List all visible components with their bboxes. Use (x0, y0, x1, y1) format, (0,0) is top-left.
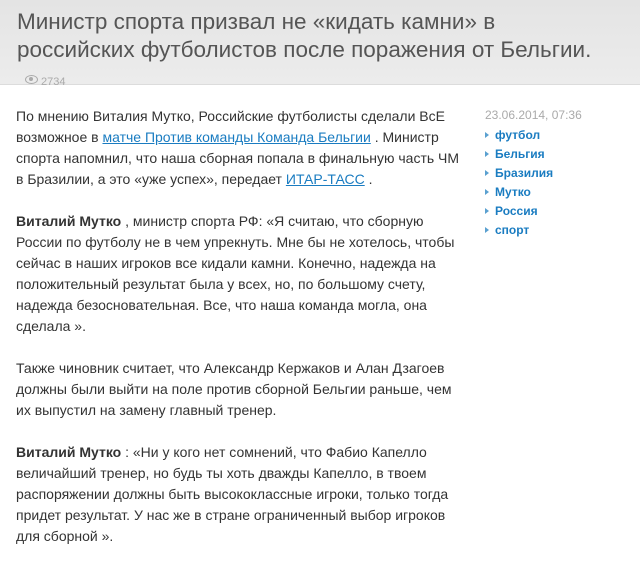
paragraph-3-text: Также чиновник считает, что Александр Ке… (16, 360, 452, 418)
article-body: По мнению Виталия Мутко, Российские футб… (16, 106, 468, 568)
tag-item[interactable]: Мутко (485, 183, 635, 202)
tag-list: футбол Бельгия Бразилия Мутко Россия спо… (485, 126, 635, 240)
quote-author: Виталий Мутко (16, 213, 122, 229)
article-sidebar: 23.06.2014, 07:36 футбол Бельгия Бразили… (485, 106, 635, 240)
tag-item[interactable]: Бельгия (485, 145, 635, 164)
view-count-value: 2734 (41, 76, 66, 88)
article-paragraph-4: Виталий Мутко : «Ни у кого нет сомнений,… (16, 442, 468, 547)
tag-item[interactable]: Бразилия (485, 164, 635, 183)
arrow-bullet-icon (485, 170, 489, 176)
tag-label: футбол (495, 128, 541, 142)
article-title: Министр спорта призвал не «кидать камни»… (17, 8, 617, 96)
article-header: Министр спорта призвал не «кидать камни»… (0, 0, 640, 88)
quote-author: Виталий Мутко (16, 444, 122, 460)
tag-label: Бельгия (495, 147, 545, 161)
tag-label: Бразилия (495, 166, 554, 180)
tag-item[interactable]: футбол (485, 126, 635, 145)
arrow-bullet-icon (485, 189, 489, 195)
tag-item[interactable]: Россия (485, 202, 635, 221)
tag-label: спорт (495, 223, 530, 237)
arrow-bullet-icon (485, 132, 489, 138)
paragraph-1-text-c: . (364, 171, 373, 187)
arrow-bullet-icon (485, 151, 489, 157)
eye-icon (25, 75, 38, 84)
article-paragraph-2: Виталий Мутко , министр спорта РФ: «Я сч… (16, 211, 468, 337)
match-link[interactable]: матче Против команды Команда Бельгии (102, 129, 370, 145)
tag-label: Россия (495, 204, 538, 218)
arrow-bullet-icon (485, 208, 489, 214)
quote-text: , министр спорта РФ: «Я считаю, что сбор… (16, 213, 455, 334)
view-count: 2734 (17, 75, 66, 88)
article-paragraph-1: По мнению Виталия Мутко, Российские футб… (16, 106, 468, 190)
publish-date: 23.06.2014, 07:36 (485, 108, 582, 122)
tag-item[interactable]: спорт (485, 221, 635, 240)
arrow-bullet-icon (485, 227, 489, 233)
itar-tass-link[interactable]: ИТАР-ТАСС (286, 171, 365, 187)
article-title-text: Министр спорта призвал не «кидать камни»… (17, 9, 592, 62)
tag-label: Мутко (495, 185, 531, 199)
article-paragraph-3: Также чиновник считает, что Александр Ке… (16, 358, 468, 421)
